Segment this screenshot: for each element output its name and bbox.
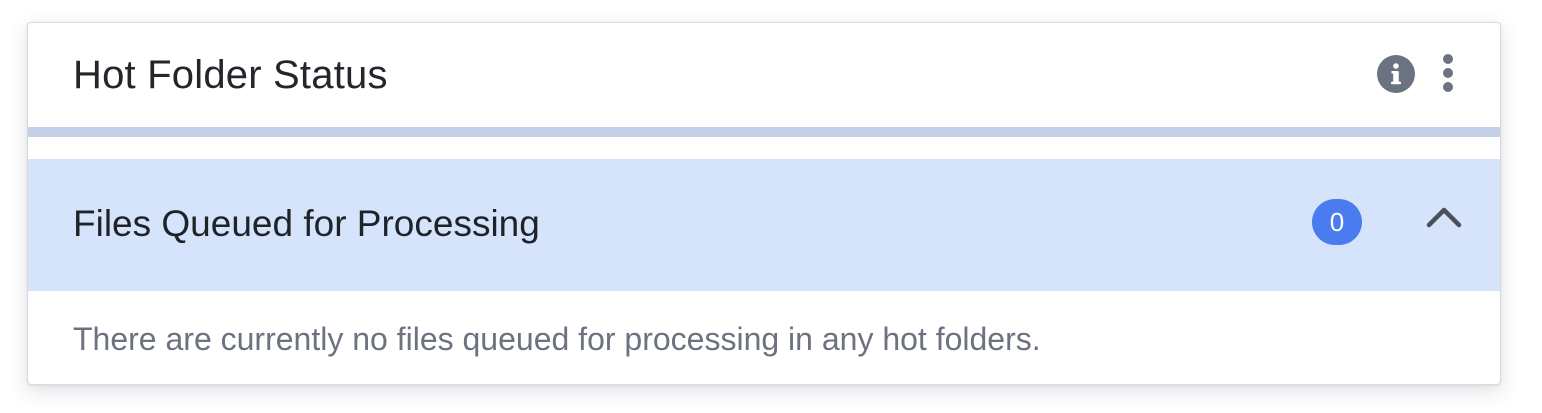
hot-folder-status-widget: Hot Folder Status Files Queued for Proce… [27, 22, 1501, 385]
files-queued-section-header[interactable]: Files Queued for Processing 0 [28, 159, 1500, 291]
header-divider [28, 127, 1500, 137]
section-title: Files Queued for Processing [73, 203, 540, 244]
widget-header: Hot Folder Status [28, 23, 1500, 126]
info-icon[interactable] [1377, 55, 1415, 93]
widget-title: Hot Folder Status [73, 53, 388, 97]
queued-count-badge: 0 [1312, 199, 1362, 245]
empty-queue-message: There are currently no files queued for … [73, 321, 1041, 357]
chevron-up-icon[interactable] [1424, 201, 1464, 231]
kebab-menu-icon[interactable] [1436, 53, 1460, 93]
